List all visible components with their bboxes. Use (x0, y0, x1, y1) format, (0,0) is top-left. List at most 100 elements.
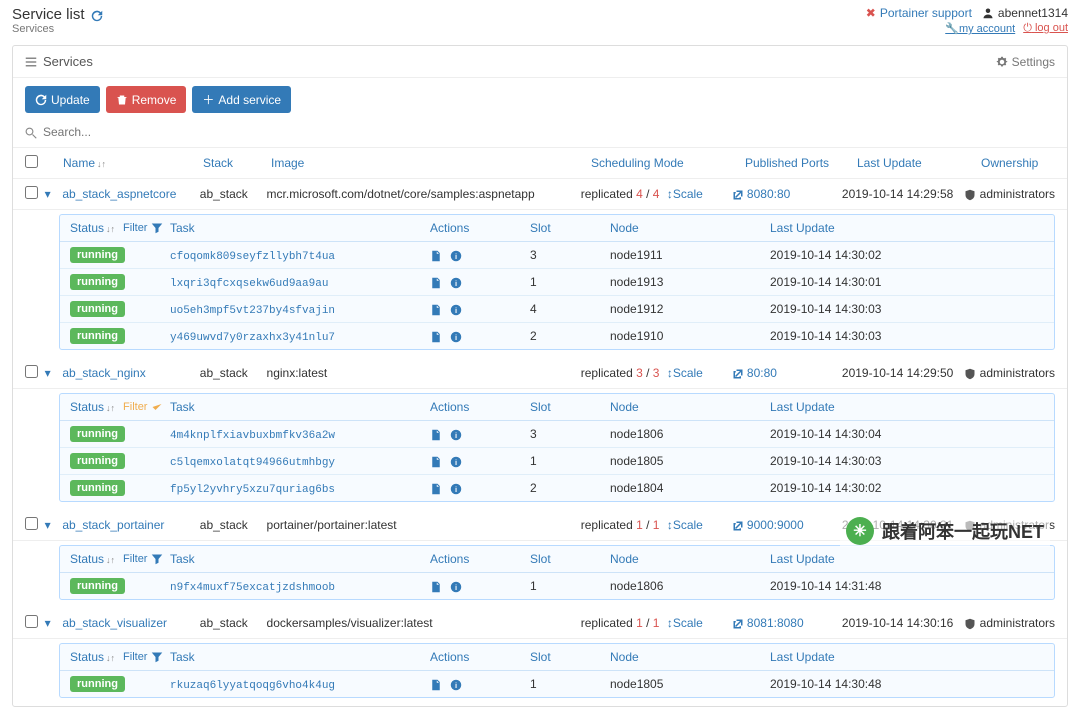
task-logs-icon[interactable] (430, 677, 442, 691)
task-id-link[interactable]: 4m4knplfxiavbuxbmfkv36a2w (170, 430, 335, 442)
task-id-link[interactable]: n9fx4muxf75excatjzdshmoob (170, 582, 335, 594)
task-info-icon[interactable]: i (450, 302, 462, 316)
expand-toggle[interactable]: ▾ (45, 616, 63, 630)
filter-button[interactable]: Filter (123, 553, 163, 565)
task-column-update[interactable]: Last Update (770, 221, 1044, 235)
task-update: 2019-10-14 14:30:03 (770, 329, 1044, 343)
service-name-link[interactable]: ab_stack_nginx (62, 366, 145, 380)
task-info-icon[interactable]: i (450, 454, 462, 468)
add-service-button[interactable]: ＋ Add service (192, 86, 291, 113)
column-update[interactable]: Last Update (857, 156, 981, 170)
scale-button[interactable]: ↕Scale (667, 366, 703, 380)
search-input[interactable] (43, 125, 1055, 139)
service-checkbox[interactable] (25, 186, 38, 199)
task-column-task[interactable]: Task (170, 650, 430, 664)
task-info-icon[interactable]: i (450, 677, 462, 691)
task-id-link[interactable]: cfoqomk809seyfzllybh7t4ua (170, 251, 335, 263)
task-logs-icon[interactable] (430, 579, 442, 593)
filter-button[interactable]: Filter (123, 651, 163, 663)
task-id-link[interactable]: uo5eh3mpf5vt237by4sfvajin (170, 305, 335, 317)
select-all-checkbox[interactable] (25, 155, 38, 168)
task-column-node[interactable]: Node (610, 650, 770, 664)
task-column-actions[interactable]: Actions (430, 552, 530, 566)
task-info-icon[interactable]: i (450, 275, 462, 289)
task-info-icon[interactable]: i (450, 427, 462, 441)
task-column-update[interactable]: Last Update (770, 650, 1044, 664)
task-column-actions[interactable]: Actions (430, 650, 530, 664)
update-button[interactable]: Update (25, 86, 100, 113)
task-logs-icon[interactable] (430, 248, 442, 262)
remove-button[interactable]: Remove (106, 86, 187, 113)
service-checkbox[interactable] (25, 517, 38, 530)
task-column-slot[interactable]: Slot (530, 221, 610, 235)
task-info-icon[interactable]: i (450, 579, 462, 593)
task-id-link[interactable]: fp5yl2yvhry5xzu7quriag6bs (170, 484, 335, 496)
task-id-link[interactable]: y469uwvd7y0rzaxhx3y41nlu7 (170, 332, 335, 344)
logout-link[interactable]: ⏻ log out (1023, 22, 1068, 35)
task-id-link[interactable]: c5lqemxolatqt94966utmhbgy (170, 457, 335, 469)
task-logs-icon[interactable] (430, 454, 442, 468)
port-link[interactable]: 8080:80 (732, 187, 790, 201)
port-link[interactable]: 8081:8080 (732, 616, 804, 630)
column-name[interactable]: Name↓↑ (63, 156, 203, 170)
port-link[interactable]: 80:80 (732, 366, 777, 380)
column-stack[interactable]: Stack (203, 156, 271, 170)
task-column-node[interactable]: Node (610, 400, 770, 414)
task-logs-icon[interactable] (430, 302, 442, 316)
service-checkbox[interactable] (25, 365, 38, 378)
scale-button[interactable]: ↕Scale (667, 187, 703, 201)
scale-button[interactable]: ↕Scale (667, 616, 703, 630)
expand-toggle[interactable]: ▾ (45, 518, 63, 532)
support-link[interactable]: ✖ Portainer support (866, 6, 972, 20)
task-update: 2019-10-14 14:30:03 (770, 454, 1044, 468)
task-column-status[interactable]: Status↓↑ (70, 552, 115, 566)
task-column-actions[interactable]: Actions (430, 400, 530, 414)
refresh-icon[interactable] (91, 7, 103, 23)
task-column-slot[interactable]: Slot (530, 400, 610, 414)
task-column-node[interactable]: Node (610, 552, 770, 566)
task-logs-icon[interactable] (430, 275, 442, 289)
task-id-link[interactable]: lxqri3qfcxqsekw6ud9aa9au (170, 278, 328, 290)
task-logs-icon[interactable] (430, 481, 442, 495)
task-info-icon[interactable]: i (450, 329, 462, 343)
service-name-link[interactable]: ab_stack_aspnetcore (62, 187, 176, 201)
service-name-link[interactable]: ab_stack_portainer (62, 518, 164, 532)
expand-toggle[interactable]: ▾ (45, 366, 63, 380)
scale-button[interactable]: ↕Scale (667, 518, 703, 532)
port-link[interactable]: 9000:9000 (732, 518, 804, 532)
task-column-status[interactable]: Status↓↑ (70, 650, 115, 664)
column-scheduling[interactable]: Scheduling Mode (591, 156, 745, 170)
task-column-task[interactable]: Task (170, 221, 430, 235)
filter-button[interactable]: Filter (123, 401, 163, 413)
service-scheduling: replicated 1 / 1 ↕Scale (581, 616, 732, 630)
task-logs-icon[interactable] (430, 329, 442, 343)
column-ports[interactable]: Published Ports (745, 156, 857, 170)
service-checkbox[interactable] (25, 615, 38, 628)
filter-button[interactable]: Filter (123, 222, 163, 234)
task-info-icon[interactable]: i (450, 248, 462, 262)
task-column-status[interactable]: Status↓↑ (70, 221, 115, 235)
column-ownership[interactable]: Ownership (981, 156, 1055, 170)
task-column-task[interactable]: Task (170, 400, 430, 414)
search-icon (25, 125, 37, 139)
task-column-node[interactable]: Node (610, 221, 770, 235)
column-image[interactable]: Image (271, 156, 591, 170)
task-id-link[interactable]: rkuzaq6lyyatqoqg6vho4k4ug (170, 680, 335, 692)
service-name-link[interactable]: ab_stack_visualizer (62, 616, 167, 630)
trash-icon (116, 94, 128, 106)
expand-toggle[interactable]: ▾ (45, 187, 63, 201)
settings-button[interactable]: Settings (996, 55, 1055, 69)
task-info-icon[interactable]: i (450, 481, 462, 495)
task-column-task[interactable]: Task (170, 552, 430, 566)
task-row: running 4m4knplfxiavbuxbmfkv36a2w i 3 no… (60, 421, 1054, 448)
task-column-update[interactable]: Last Update (770, 400, 1044, 414)
task-column-actions[interactable]: Actions (430, 221, 530, 235)
task-column-slot[interactable]: Slot (530, 552, 610, 566)
task-column-slot[interactable]: Slot (530, 650, 610, 664)
task-logs-icon[interactable] (430, 427, 442, 441)
task-update: 2019-10-14 14:30:03 (770, 302, 1044, 316)
task-column-update[interactable]: Last Update (770, 552, 1044, 566)
user-menu[interactable]: abennet1314 (982, 6, 1068, 20)
task-column-status[interactable]: Status↓↑ (70, 400, 115, 414)
my-account-link[interactable]: 🔧my account (945, 22, 1015, 35)
